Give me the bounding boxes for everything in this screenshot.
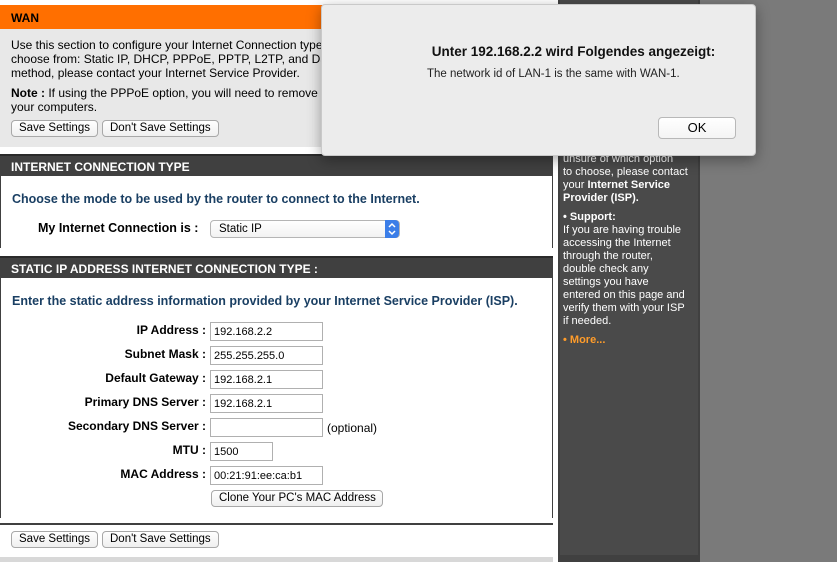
sidebar-text: Provider (ISP). bbox=[563, 192, 639, 204]
wan-text: choose from: Static IP, DHCP, PPPoE, PPT… bbox=[11, 52, 339, 66]
internet-connection-type-header: INTERNET CONNECTION TYPE bbox=[0, 154, 553, 176]
secondary-dns-label: Secondary DNS Server : bbox=[67, 419, 206, 433]
wan-text: Use this section to configure your Inter… bbox=[11, 38, 323, 52]
mac-address-label: MAC Address : bbox=[120, 467, 206, 481]
wan-title: WAN bbox=[11, 11, 39, 25]
static-ip-header: STATIC IP ADDRESS INTERNET CONNECTION TY… bbox=[0, 256, 553, 278]
connection-type-label: My Internet Connection is : bbox=[38, 221, 199, 235]
sidebar-text: If you are having trouble bbox=[563, 224, 682, 236]
ip-address-label: IP Address : bbox=[136, 323, 206, 337]
dialog-message: The network id of LAN-1 is the same with… bbox=[427, 68, 680, 80]
subnet-mask-input[interactable] bbox=[210, 346, 323, 365]
alert-dialog: Unter 192.168.2.2 wird Folgendes angezei… bbox=[321, 4, 756, 156]
mac-address-input[interactable] bbox=[210, 466, 323, 485]
connection-type-intro: Choose the mode to be used by the router… bbox=[12, 192, 420, 206]
wan-text: your computers. bbox=[11, 100, 98, 114]
sidebar-text: entered on this page and bbox=[563, 289, 685, 301]
ok-button[interactable]: OK bbox=[658, 117, 736, 139]
mtu-input[interactable] bbox=[210, 442, 273, 461]
ip-address-input[interactable] bbox=[210, 322, 323, 341]
connection-type-select[interactable]: Static IP bbox=[210, 220, 400, 238]
sidebar-text: if needed. bbox=[563, 315, 612, 327]
primary-dns-input[interactable] bbox=[210, 394, 323, 413]
mtu-label: MTU : bbox=[172, 443, 206, 457]
sidebar-text: to choose, please contact bbox=[563, 166, 688, 178]
sidebar-text: through the router, bbox=[563, 250, 653, 262]
secondary-dns-input[interactable] bbox=[210, 418, 323, 437]
wan-text: method, please contact your Internet Ser… bbox=[11, 66, 300, 80]
clone-mac-button[interactable]: Clone Your PC's MAC Address bbox=[211, 490, 383, 507]
footer-bar bbox=[0, 557, 553, 562]
sidebar-text: settings you have bbox=[563, 276, 649, 288]
footer-dont-save-settings-button[interactable]: Don't Save Settings bbox=[102, 531, 219, 548]
subnet-mask-label: Subnet Mask : bbox=[124, 347, 206, 361]
sidebar-text: verify them with your ISP bbox=[563, 302, 685, 314]
save-settings-button[interactable]: Save Settings bbox=[11, 120, 98, 137]
default-gateway-label: Default Gateway : bbox=[105, 371, 206, 385]
sidebar-text: double check any bbox=[563, 263, 649, 275]
default-gateway-input[interactable] bbox=[210, 370, 323, 389]
sidebar-text: accessing the Internet bbox=[563, 237, 671, 249]
connection-type-value: Static IP bbox=[219, 223, 262, 235]
static-ip-intro: Enter the static address information pro… bbox=[12, 294, 518, 308]
sidebar-more-link[interactable]: • More... bbox=[563, 334, 605, 347]
footer-save-settings-button[interactable]: Save Settings bbox=[11, 531, 98, 548]
wan-note: Note : If using the PPPoE option, you wi… bbox=[11, 86, 318, 100]
sidebar-support-heading: • Support: bbox=[563, 211, 616, 223]
select-arrows-icon bbox=[385, 220, 399, 238]
dont-save-settings-button[interactable]: Don't Save Settings bbox=[102, 120, 219, 137]
sidebar-text: your Internet Service bbox=[563, 179, 671, 191]
section-divider bbox=[0, 523, 553, 525]
optional-hint: (optional) bbox=[327, 421, 378, 435]
primary-dns-label: Primary DNS Server : bbox=[84, 395, 206, 409]
dialog-title: Unter 192.168.2.2 wird Folgendes angezei… bbox=[431, 44, 716, 59]
